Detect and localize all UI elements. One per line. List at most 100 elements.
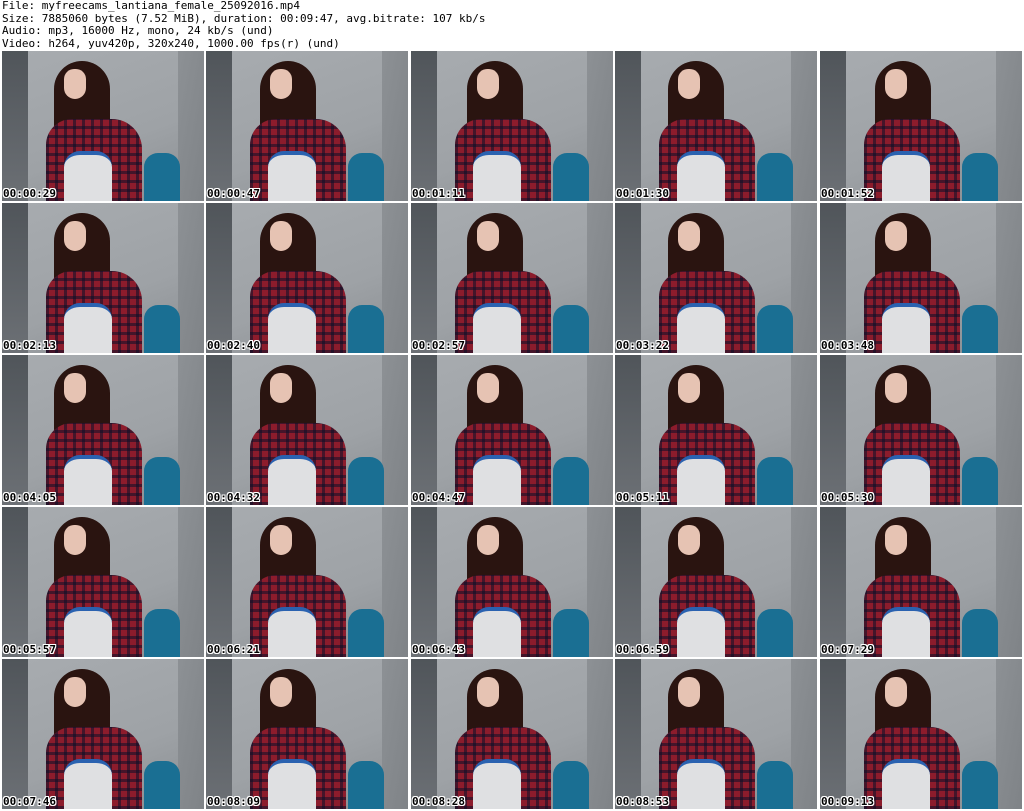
wall-shadow (206, 203, 232, 353)
thumbnail-timestamp: 00:00:29 (3, 187, 56, 200)
chair-back (757, 609, 793, 657)
thumbnail-timestamp: 00:06:59 (616, 643, 669, 656)
thumbnail-timestamp: 00:04:47 (412, 491, 465, 504)
video-thumbnail: 00:01:11 (411, 51, 613, 201)
undershirt (473, 151, 521, 201)
video-thumbnail: 00:06:21 (206, 507, 408, 657)
undershirt (64, 303, 112, 353)
thumbnail-timestamp: 00:02:13 (3, 339, 56, 352)
face (477, 69, 499, 99)
undershirt (677, 455, 725, 505)
undershirt (882, 455, 930, 505)
thumbnail-timestamp: 00:01:11 (412, 187, 465, 200)
thumbnail-timestamp: 00:05:57 (3, 643, 56, 656)
undershirt (64, 759, 112, 809)
face (64, 373, 86, 403)
chair-back (962, 609, 998, 657)
video-thumbnail: 00:09:13 (820, 659, 1022, 809)
thumbnail-timestamp: 00:07:29 (821, 643, 874, 656)
wall-shadow (820, 203, 846, 353)
wall-shadow (411, 355, 437, 505)
thumbnail-timestamp: 00:06:43 (412, 643, 465, 656)
face (678, 69, 700, 99)
undershirt (882, 607, 930, 657)
thumbnail-timestamp: 00:04:05 (3, 491, 56, 504)
chair-back (144, 609, 180, 657)
face (477, 373, 499, 403)
wall-shadow (2, 51, 28, 201)
thumbnail-timestamp: 00:03:22 (616, 339, 669, 352)
video-thumbnail: 00:07:29 (820, 507, 1022, 657)
chair-back (962, 305, 998, 353)
face (270, 69, 292, 99)
wall-shadow (2, 659, 28, 809)
video-thumbnail: 00:02:57 (411, 203, 613, 353)
wall-shadow (615, 51, 641, 201)
chair-back (553, 457, 589, 505)
wall-shadow (615, 659, 641, 809)
chair-back (553, 305, 589, 353)
face (270, 525, 292, 555)
video-thumbnail: 00:03:48 (820, 203, 1022, 353)
face (678, 373, 700, 403)
chair-back (757, 761, 793, 809)
wall-shadow (206, 659, 232, 809)
face (477, 525, 499, 555)
thumbnail-timestamp: 00:06:21 (207, 643, 260, 656)
video-thumbnail: 00:08:09 (206, 659, 408, 809)
undershirt (64, 607, 112, 657)
face (270, 373, 292, 403)
chair-back (144, 305, 180, 353)
undershirt (882, 303, 930, 353)
undershirt (473, 303, 521, 353)
thumbnail-timestamp: 00:08:53 (616, 795, 669, 808)
face (678, 221, 700, 251)
video-thumbnail: 00:01:30 (615, 51, 817, 201)
chair-back (553, 609, 589, 657)
video-thumbnail: 00:04:05 (2, 355, 204, 505)
undershirt (268, 607, 316, 657)
chair-back (553, 761, 589, 809)
thumbnail-timestamp: 00:09:13 (821, 795, 874, 808)
file-info-line: File: myfreecams_lantiana_female_2509201… (2, 0, 301, 12)
face (885, 69, 907, 99)
face (64, 677, 86, 707)
undershirt (677, 759, 725, 809)
face (885, 221, 907, 251)
thumbnail-timestamp: 00:08:28 (412, 795, 465, 808)
video-thumbnail: 00:01:52 (820, 51, 1022, 201)
face (885, 677, 907, 707)
wall-shadow (820, 507, 846, 657)
face (678, 525, 700, 555)
undershirt (677, 303, 725, 353)
chair-back (348, 609, 384, 657)
face (477, 221, 499, 251)
video-thumbnail: 00:05:57 (2, 507, 204, 657)
undershirt (268, 759, 316, 809)
video-thumbnail: 00:06:59 (615, 507, 817, 657)
wall-shadow (820, 51, 846, 201)
undershirt (677, 607, 725, 657)
face (270, 221, 292, 251)
undershirt (882, 151, 930, 201)
chair-back (757, 305, 793, 353)
face (64, 221, 86, 251)
wall-shadow (2, 203, 28, 353)
wall-shadow (206, 355, 232, 505)
wall-shadow (820, 355, 846, 505)
face (270, 677, 292, 707)
chair-back (348, 153, 384, 201)
undershirt (268, 455, 316, 505)
chair-back (757, 153, 793, 201)
video-thumbnail: 00:02:40 (206, 203, 408, 353)
video-thumbnail: 00:02:13 (2, 203, 204, 353)
wall-shadow (615, 507, 641, 657)
face (678, 677, 700, 707)
video-thumbnail: 00:08:53 (615, 659, 817, 809)
undershirt (473, 607, 521, 657)
face (477, 677, 499, 707)
chair-back (144, 761, 180, 809)
thumbnail-grid: 00:00:29 00:00:47 00:01:11 00:01:30 00:01:52… (2, 51, 1022, 809)
wall-shadow (411, 659, 437, 809)
undershirt (677, 151, 725, 201)
